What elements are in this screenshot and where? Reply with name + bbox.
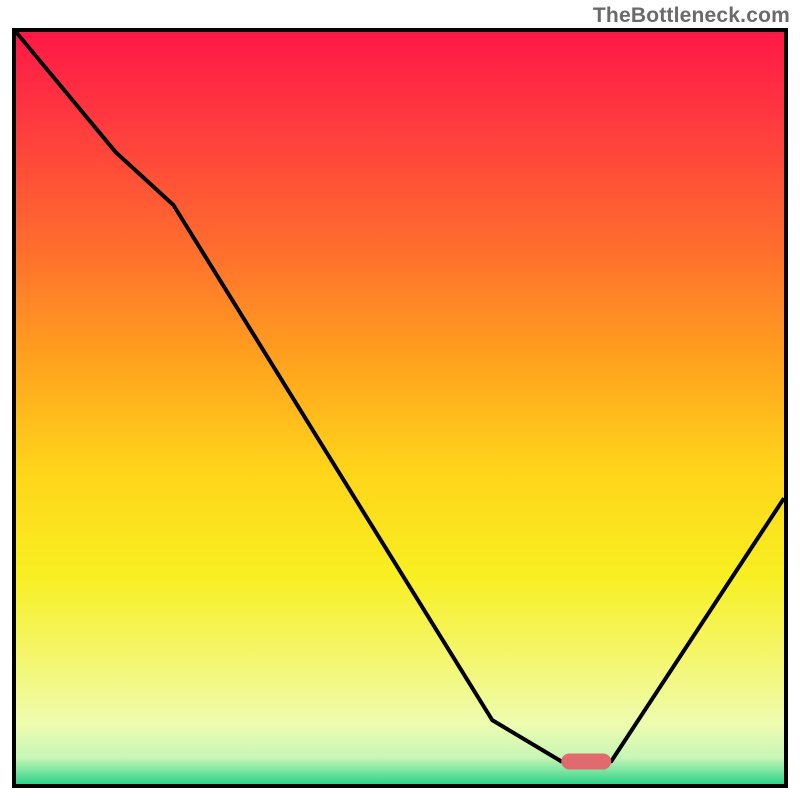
optimal-range-marker [561, 753, 611, 769]
bottleneck-chart [0, 0, 800, 800]
attribution-label: TheBottleneck.com [593, 4, 790, 28]
chart-container: TheBottleneck.com [0, 0, 800, 800]
